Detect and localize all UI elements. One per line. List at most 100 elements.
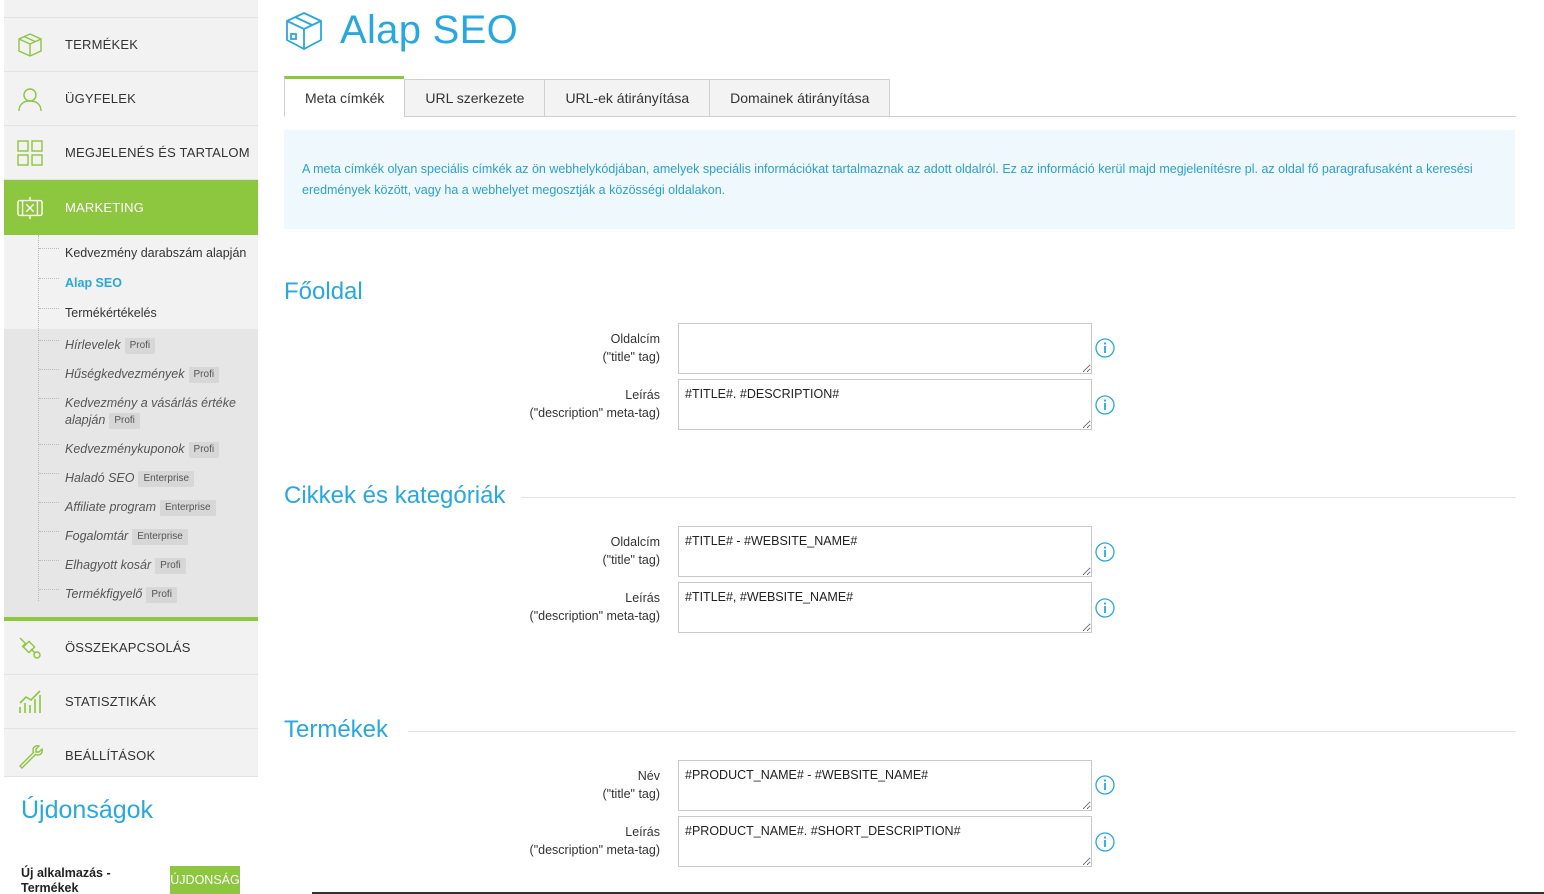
field-label-main: Név (637, 769, 660, 783)
field-label: Leírás ("description" meta-tag) (284, 589, 660, 625)
field-label-main: Oldalcím (610, 332, 660, 346)
layout-grid-icon (17, 139, 43, 166)
submenu-item-fogalomtar[interactable]: Fogalomtár Enterprise (4, 522, 258, 551)
submenu-item-termekfigyelo[interactable]: Termékfigyelő Profi (4, 580, 258, 609)
field-label: Leírás ("description" meta-tag) (284, 823, 660, 859)
plan-badge: Profi (155, 558, 186, 574)
plan-badge: Profi (109, 413, 140, 429)
submenu-item-hirlevelek[interactable]: Hírlevelek Profi (4, 331, 258, 360)
sidebar-item-label: TERMÉKEK (65, 37, 139, 52)
products-description-input[interactable]: #PRODUCT_NAME#. #SHORT_DESCRIPTION# (678, 816, 1092, 867)
field-label-sub: ("description" meta-tag) (529, 406, 660, 420)
sidebar-item-label: BEÁLLÍTÁSOK (65, 748, 156, 763)
submenu-item-husegkedvezmenyek[interactable]: Hűségkedvezmények Profi (4, 360, 258, 389)
plan-badge: Profi (188, 367, 220, 383)
user-icon (17, 86, 43, 112)
field-label: Oldalcím ("title" tag) (284, 533, 660, 569)
sidebar-item-megjelenes[interactable]: MEGJELENÉS ÉS TARTALOM (4, 126, 258, 180)
submenu-item-elhagyott-kosar[interactable]: Elhagyott kosár Profi (4, 551, 258, 580)
sidebar-item-label: MEGJELENÉS ÉS TARTALOM (65, 145, 250, 160)
field-label-main: Leírás (625, 591, 660, 605)
field-label-sub: ("title" tag) (602, 553, 660, 567)
sidebar-item-osszekapcsolas[interactable]: ÖSSZEKAPCSOLÁS (4, 621, 258, 675)
section-title-termekek: Termékek (284, 716, 405, 744)
submenu-item-label: Affiliate program (65, 500, 157, 514)
submenu-item-label: Kedvezménykuponok (65, 442, 185, 456)
sidebar-item-hidden-top[interactable] (4, 0, 258, 18)
plan-badge: Profi (188, 442, 220, 458)
sidebar-item-beallitasok[interactable]: BEÁLLÍTÁSOK (4, 729, 258, 783)
sidebar-item-label: ÖSSZEKAPCSOLÁS (65, 640, 191, 655)
field-label-main: Leírás (625, 388, 660, 402)
plan-badge: Enterprise (138, 471, 195, 487)
megaphone-icon (17, 195, 43, 221)
info-box: A meta címkék olyan speciális címkék az … (284, 130, 1515, 229)
submenu-item-label: Fogalomtár (65, 529, 129, 543)
home-title-input[interactable] (678, 323, 1092, 374)
submenu-item-label: Hírlevelek (65, 338, 121, 352)
sidebar-item-label: ÜGYFELEK (65, 91, 136, 106)
home-description-input[interactable]: #TITLE#. #DESCRIPTION# (678, 379, 1092, 430)
bar-chart-icon (17, 689, 43, 715)
news-title: Újdonságok (21, 796, 154, 824)
tab-url-szerkezete[interactable]: URL szerkezete (404, 79, 545, 117)
articles-description-input[interactable]: #TITLE#, #WEBSITE_NAME# (678, 582, 1092, 633)
page-header: Alap SEO (283, 8, 518, 53)
submenu-item-label: Elhagyott kosár (65, 558, 152, 572)
field-label-main: Leírás (625, 825, 660, 839)
box-icon (17, 32, 43, 58)
box-icon (286, 11, 322, 50)
main-content: Alap SEO Meta címkék URL szerkezete URL-… (258, 0, 1544, 894)
submenu-item-kedvezmeny-darabszam[interactable]: Kedvezmény darabszám alapján (4, 239, 258, 269)
submenu-item-label: Termékfigyelő (65, 587, 143, 601)
submenu-item-affiliate[interactable]: Affiliate program Enterprise (4, 493, 258, 522)
news-badge[interactable]: ÚJDONSÁG (170, 866, 240, 894)
submenu-item-halado-seo[interactable]: Haladó SEO Enterprise (4, 464, 258, 493)
plan-badge: Enterprise (132, 529, 188, 545)
info-icon[interactable] (1095, 775, 1115, 795)
news-item[interactable]: Új alkalmazás - Termékek (21, 866, 131, 894)
news-panel: Újdonságok Új alkalmazás - Termékek ÚJDO… (4, 776, 258, 894)
info-icon[interactable] (1095, 395, 1115, 415)
sidebar-item-ugyfelek[interactable]: ÜGYFELEK (4, 72, 258, 126)
section-divider (518, 497, 1516, 498)
tab-meta-cimkek[interactable]: Meta címkék (284, 76, 405, 117)
info-icon[interactable] (1095, 542, 1115, 562)
tab-url-atiranyitasa[interactable]: URL-ek átirányítása (544, 79, 710, 117)
products-name-input[interactable]: #PRODUCT_NAME# - #WEBSITE_NAME# (678, 760, 1092, 811)
field-label-sub: ("description" meta-tag) (529, 609, 660, 623)
info-icon[interactable] (1095, 338, 1115, 358)
tab-bar: Meta címkék URL szerkezete URL-ek átirán… (284, 76, 1516, 117)
page-title: Alap SEO (340, 8, 519, 52)
sidebar-item-marketing[interactable]: MARKETING (4, 180, 258, 242)
submenu-available: Kedvezmény darabszám alapján Alap SEO Te… (4, 235, 258, 329)
info-icon[interactable] (1095, 598, 1115, 618)
section-title-cikkek: Cikkek és kategóriák (284, 482, 522, 510)
plan-badge: Profi (146, 587, 177, 603)
field-label-sub: ("title" tag) (602, 350, 660, 364)
field-label-main: Oldalcím (610, 535, 660, 549)
section-title-fooldal: Főoldal (284, 278, 379, 306)
submenu-item-kedvezmeny-vasarlas[interactable]: Kedvezmény a vásárlás értéke alapján Prof… (4, 389, 258, 435)
tab-domainek-atiranyitasa[interactable]: Domainek átirányítása (709, 79, 891, 117)
submenu-tree-line (38, 235, 39, 601)
submenu-item-kedvezmenykuponok[interactable]: Kedvezménykuponok Profi (4, 435, 258, 464)
field-label-sub: ("description" meta-tag) (529, 843, 660, 857)
sidebar-item-statisztikak[interactable]: STATISZTIKÁK (4, 675, 258, 729)
sidebar: TERMÉKEK ÜGYFELEK MEGJELENÉS ÉS TARTALOM… (4, 0, 258, 894)
field-label: Név ("title" tag) (284, 767, 660, 803)
articles-title-input[interactable]: #TITLE# - #WEBSITE_NAME# (678, 526, 1092, 577)
submenu-item-termekertekeles[interactable]: Termékértékelés (4, 299, 258, 329)
sidebar-item-termekek[interactable]: TERMÉKEK (4, 18, 258, 72)
plan-badge: Profi (124, 338, 156, 354)
field-label-sub: ("title" tag) (602, 787, 660, 801)
plan-badge: Enterprise (160, 500, 216, 516)
info-icon[interactable] (1095, 832, 1115, 852)
sidebar-item-label: MARKETING (65, 200, 145, 215)
submenu-item-label: Hűségkedvezmények (65, 367, 185, 381)
field-label: Leírás ("description" meta-tag) (284, 386, 660, 422)
section-divider (408, 731, 1516, 732)
submenu-item-alap-seo[interactable]: Alap SEO (4, 269, 258, 299)
sidebar-item-label: STATISZTIKÁK (65, 694, 157, 709)
submenu-item-label: Haladó SEO (65, 471, 135, 485)
